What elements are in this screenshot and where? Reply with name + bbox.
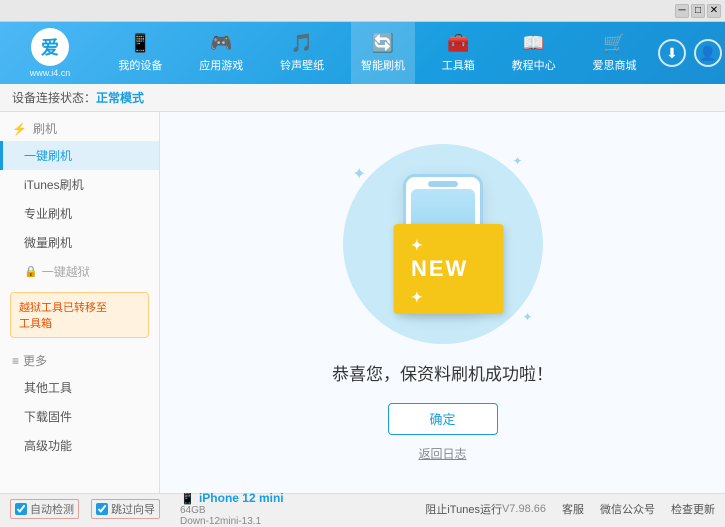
via-wizard-checkbox[interactable] bbox=[96, 503, 108, 515]
sidebar-one-click-label: 一键刷机 bbox=[24, 149, 72, 163]
other-tools-label: 其他工具 bbox=[24, 381, 72, 395]
device-firmware: Down-12mini-13.1 bbox=[180, 516, 284, 527]
sidebar-item-itunes[interactable]: iTunes刷机 bbox=[0, 170, 159, 199]
title-bar: ─ □ ✕ bbox=[0, 0, 725, 22]
nav-apps-label: 应用游戏 bbox=[199, 57, 243, 73]
sidebar-item-jailbreak-locked: 🔒 一键越狱 bbox=[0, 257, 159, 286]
flash-icon: 🔄 bbox=[372, 33, 394, 54]
account-button[interactable]: 👤 bbox=[694, 39, 722, 67]
nav-apps[interactable]: 🎮 应用游戏 bbox=[189, 22, 253, 84]
more-section-icon: ≡ bbox=[12, 354, 19, 368]
tools-icon: 🧰 bbox=[447, 33, 469, 54]
nav-ringtone-label: 铃声壁纸 bbox=[280, 57, 324, 73]
sidebar: ⚡ 刷机 一键刷机 iTunes刷机 专业刷机 微量刷机 🔒 一键越狱 越狱工具… bbox=[0, 112, 160, 493]
sparkle-top-right: ✦ bbox=[512, 154, 522, 168]
nav-ringtone[interactable]: 🎵 铃声壁纸 bbox=[270, 22, 334, 84]
close-button[interactable]: ✕ bbox=[707, 4, 721, 18]
nav-tools[interactable]: 🧰 工具箱 bbox=[432, 22, 485, 84]
nav-tutorials-label: 教程中心 bbox=[512, 57, 556, 73]
sidebar-itunes-label: iTunes刷机 bbox=[24, 178, 84, 192]
my-device-icon: 📱 bbox=[129, 33, 151, 54]
nav-my-device-label: 我的设备 bbox=[118, 57, 162, 73]
phone-notch bbox=[428, 181, 458, 187]
header: 爱 www.i4.cn 📱 我的设备 🎮 应用游戏 🎵 铃声壁纸 🔄 智能刷机 … bbox=[0, 22, 725, 84]
bottom-left: 自动检测 跳过向导 📱 iPhone 12 mini 64GB Down-12m… bbox=[10, 491, 425, 527]
sparkle-bottom-right: ✦ bbox=[522, 310, 532, 324]
sidebar-jailbreak-label: 一键越狱 bbox=[42, 263, 90, 280]
support-link[interactable]: 客服 bbox=[562, 501, 584, 517]
new-badge: NEW bbox=[393, 224, 503, 314]
sidebar-warning-line1: 越狱工具已转移至 bbox=[19, 302, 107, 314]
advanced-label: 高级功能 bbox=[24, 439, 72, 453]
logo-url: www.i4.cn bbox=[30, 68, 71, 78]
phone-illustration: ✦ ✦ ✦ NEW bbox=[333, 144, 553, 344]
auto-connect-checkbox-label[interactable]: 自动检测 bbox=[10, 499, 79, 519]
nav-tutorials[interactable]: 📖 教程中心 bbox=[502, 22, 566, 84]
nav-flash[interactable]: 🔄 智能刷机 bbox=[351, 22, 415, 84]
apps-icon: 🎮 bbox=[210, 33, 232, 54]
lock-icon: 🔒 bbox=[24, 265, 38, 278]
sidebar-warning: 越狱工具已转移至 工具箱 bbox=[10, 292, 149, 338]
flash-section-label: 刷机 bbox=[33, 120, 57, 137]
sidebar-item-one-click[interactable]: 一键刷机 bbox=[0, 141, 159, 170]
nav-shop-label: 爱思商城 bbox=[592, 57, 636, 73]
status-value: 正常模式 bbox=[96, 89, 144, 106]
nav-right-buttons: ⬇ 👤 bbox=[655, 39, 725, 67]
wechat-link[interactable]: 微信公众号 bbox=[600, 501, 655, 517]
logo-icon: 爱 bbox=[31, 28, 69, 66]
bottom-right: V7.98.66 客服 微信公众号 检查更新 bbox=[502, 501, 715, 517]
download-button[interactable]: ⬇ bbox=[658, 39, 686, 67]
sidebar-item-micro[interactable]: 微量刷机 bbox=[0, 228, 159, 257]
via-wizard-label: 跳过向导 bbox=[111, 501, 155, 517]
sidebar-item-advanced[interactable]: 高级功能 bbox=[0, 431, 159, 460]
status-prefix: 设备连接状态： bbox=[12, 89, 96, 106]
main-layout: ⚡ 刷机 一键刷机 iTunes刷机 专业刷机 微量刷机 🔒 一键越狱 越狱工具… bbox=[0, 112, 725, 493]
sidebar-micro-label: 微量刷机 bbox=[24, 236, 72, 250]
version-text: V7.98.66 bbox=[502, 503, 546, 515]
bottom-bar: 自动检测 跳过向导 📱 iPhone 12 mini 64GB Down-12m… bbox=[0, 493, 725, 523]
flash-section-icon: ⚡ bbox=[12, 122, 27, 136]
auto-connect-label: 自动检测 bbox=[30, 501, 74, 517]
logo-area: 爱 www.i4.cn bbox=[0, 22, 100, 84]
via-wizard-checkbox-label[interactable]: 跳过向导 bbox=[91, 499, 160, 519]
maximize-button[interactable]: □ bbox=[691, 4, 705, 18]
itunes-status: 阻止iTunes运行 bbox=[425, 501, 502, 517]
confirm-button[interactable]: 确定 bbox=[388, 403, 498, 435]
tutorials-icon: 📖 bbox=[522, 33, 544, 54]
sidebar-pro-label: 专业刷机 bbox=[24, 207, 72, 221]
download-fw-label: 下载固件 bbox=[24, 410, 72, 424]
sidebar-warning-line2: 工具箱 bbox=[19, 318, 52, 330]
ringtone-icon: 🎵 bbox=[291, 33, 313, 54]
sidebar-item-pro[interactable]: 专业刷机 bbox=[0, 199, 159, 228]
more-section-label: 更多 bbox=[23, 352, 47, 369]
update-link[interactable]: 检查更新 bbox=[671, 501, 715, 517]
nav-tools-label: 工具箱 bbox=[442, 57, 475, 73]
auto-connect-checkbox[interactable] bbox=[15, 503, 27, 515]
device-info: 📱 iPhone 12 mini 64GB Down-12mini-13.1 bbox=[180, 491, 284, 527]
nav-shop[interactable]: 🛒 爱思商城 bbox=[582, 22, 646, 84]
content-area: ✦ ✦ ✦ NEW 恭喜您，保资料刷机成功啦！ 确定 返回日志 bbox=[160, 112, 725, 493]
minimize-button[interactable]: ─ bbox=[675, 4, 689, 18]
sidebar-item-download-fw[interactable]: 下载固件 bbox=[0, 402, 159, 431]
sidebar-item-other-tools[interactable]: 其他工具 bbox=[0, 373, 159, 402]
more-section-header: ≡ 更多 bbox=[0, 344, 159, 373]
back-to-log-link[interactable]: 返回日志 bbox=[418, 445, 466, 462]
nav-my-device[interactable]: 📱 我的设备 bbox=[108, 22, 172, 84]
device-storage: 64GB bbox=[180, 505, 284, 516]
success-message: 恭喜您，保资料刷机成功啦！ bbox=[332, 360, 553, 385]
sparkle-top-left: ✦ bbox=[353, 164, 366, 184]
nav-flash-label: 智能刷机 bbox=[361, 57, 405, 73]
status-bar: 设备连接状态： 正常模式 bbox=[0, 84, 725, 112]
flash-section-header: ⚡ 刷机 bbox=[0, 112, 159, 141]
shop-icon: 🛒 bbox=[603, 33, 625, 54]
nav-items: 📱 我的设备 🎮 应用游戏 🎵 铃声壁纸 🔄 智能刷机 🧰 工具箱 📖 教程中心… bbox=[100, 22, 655, 84]
